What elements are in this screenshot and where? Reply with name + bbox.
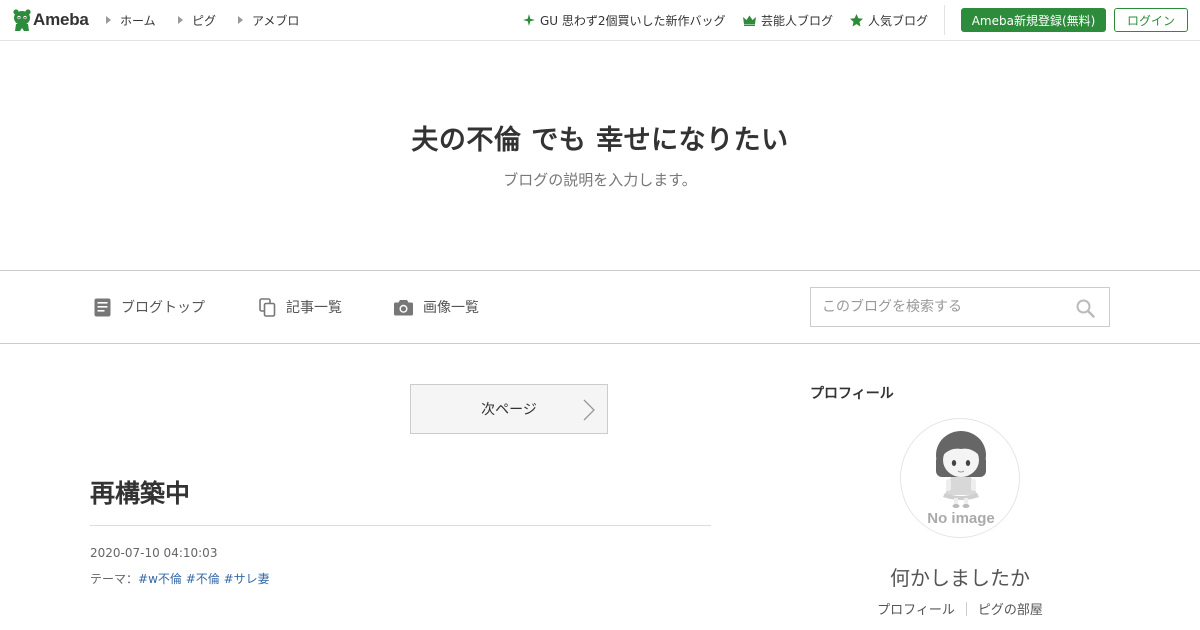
nav-label: 画像一覧 bbox=[423, 300, 479, 316]
post-date: 2020-07-10 04:10:03 bbox=[90, 546, 218, 560]
breadcrumb-ameblo[interactable]: アメブロ bbox=[238, 12, 299, 28]
caret-right-icon bbox=[238, 16, 243, 24]
post-divider bbox=[90, 525, 711, 526]
breadcrumb-home[interactable]: ホーム bbox=[106, 12, 156, 28]
nav-entry-list[interactable]: 記事一覧 bbox=[259, 297, 342, 317]
profile-links: プロフィール ピグの部屋 bbox=[810, 599, 1110, 618]
top-link-label: GU 思わず2個買いした新作バッグ bbox=[540, 13, 726, 28]
logo-text: Ameba bbox=[33, 10, 89, 29]
copy-icon bbox=[259, 297, 276, 317]
blog-description: ブログの説明を入力します。 bbox=[503, 171, 697, 189]
global-header: Ameba ホーム ピグ アメブロ GU 思わず2個買いした新作バッグ 芸能人ブ… bbox=[0, 0, 1200, 41]
theme-label: テーマ： bbox=[90, 572, 139, 586]
breadcrumb-label: アメブロ bbox=[252, 13, 300, 28]
ameba-mascot-icon bbox=[13, 9, 31, 31]
profile-link[interactable]: プロフィール bbox=[877, 599, 955, 618]
link-separator bbox=[965, 601, 967, 616]
tag-link[interactable]: #不倫 bbox=[186, 572, 220, 586]
sparkle-icon bbox=[523, 14, 535, 26]
caret-right-icon bbox=[178, 16, 183, 24]
chevron-right-icon bbox=[583, 399, 595, 421]
nav-blog-top[interactable]: ブログトップ bbox=[94, 297, 205, 317]
login-button[interactable]: ログイン bbox=[1114, 8, 1188, 32]
star-icon bbox=[850, 13, 863, 26]
tag-link[interactable]: #サレ妻 bbox=[224, 572, 270, 586]
tag-link[interactable]: #w不倫 bbox=[138, 572, 182, 586]
top-link-label: 芸能人ブログ bbox=[761, 13, 834, 28]
nav-label: ブログトップ bbox=[121, 300, 205, 316]
top-link-gu-bag[interactable]: GU 思わず2個買いした新作バッグ bbox=[523, 12, 726, 28]
breadcrumb-pigg[interactable]: ピグ bbox=[178, 12, 216, 28]
search-icon bbox=[1076, 299, 1095, 318]
post-theme: テーマ：#w不倫 #不倫 #サレ妻 bbox=[90, 570, 270, 587]
top-link-popular-blog[interactable]: 人気ブログ bbox=[850, 12, 928, 28]
search-input[interactable] bbox=[811, 288, 1071, 326]
document-icon bbox=[94, 298, 111, 316]
sidebar-profile-heading: プロフィール bbox=[810, 386, 894, 402]
camera-icon bbox=[394, 299, 413, 315]
profile-name[interactable]: 何かしましたか bbox=[810, 562, 1110, 591]
top-link-celebrity-blog[interactable]: 芸能人ブログ bbox=[743, 12, 833, 28]
breadcrumb-label: ホーム bbox=[120, 13, 156, 28]
next-page-button[interactable]: 次ページ bbox=[410, 384, 608, 434]
nav-image-list[interactable]: 画像一覧 bbox=[394, 297, 479, 317]
caret-right-icon bbox=[106, 16, 111, 24]
crown-icon bbox=[743, 15, 756, 26]
ameba-logo[interactable]: Ameba bbox=[12, 8, 89, 32]
top-link-label: 人気ブログ bbox=[868, 13, 929, 28]
blog-title[interactable]: 夫の不倫 でも 幸せになりたい bbox=[0, 118, 1200, 157]
next-page-label: 次ページ bbox=[481, 402, 537, 418]
blog-search bbox=[810, 287, 1110, 327]
register-button[interactable]: Ameba新規登録(無料) bbox=[961, 8, 1106, 32]
search-button[interactable] bbox=[1073, 296, 1097, 320]
pigg-room-link[interactable]: ピグの部屋 bbox=[978, 599, 1043, 618]
avatar[interactable]: No image bbox=[900, 418, 1020, 538]
header-divider bbox=[944, 5, 945, 35]
nav-label: 記事一覧 bbox=[286, 300, 342, 316]
avatar-placeholder-text: No image bbox=[927, 510, 995, 527]
blog-nav: ブログトップ 記事一覧 画像一覧 bbox=[0, 270, 1200, 344]
breadcrumb-label: ピグ bbox=[192, 13, 217, 28]
post-title[interactable]: 再構築中 bbox=[90, 474, 190, 510]
